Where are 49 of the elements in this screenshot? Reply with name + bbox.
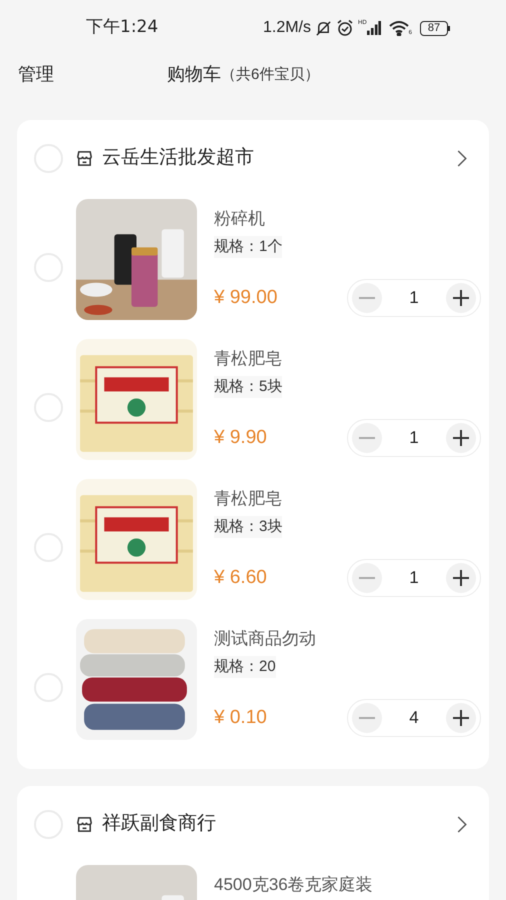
product-name: 4500克36卷克家庭装 — [214, 874, 374, 896]
minus-button[interactable] — [352, 563, 382, 593]
minus-button[interactable] — [352, 283, 382, 313]
chevron-right-icon[interactable] — [457, 816, 467, 833]
page-title: 购物车 — [167, 62, 221, 86]
product-name: 粉碎机 — [214, 208, 266, 230]
minus-button[interactable] — [352, 703, 382, 733]
quantity-value: 4 — [409, 707, 419, 730]
network-speed: 1.2M/s — [262, 18, 311, 38]
quantity-value: 1 — [409, 287, 419, 310]
plus-button[interactable] — [446, 283, 476, 313]
plus-icon — [453, 710, 469, 726]
plus-button[interactable] — [446, 423, 476, 453]
signal-icon — [366, 20, 381, 36]
chevron-right-icon[interactable] — [457, 150, 467, 167]
battery-indicator: 87 — [420, 20, 448, 36]
status-time: 下午1:24 — [86, 16, 158, 40]
minus-icon — [359, 297, 375, 299]
product-spec: 规格：20 — [214, 656, 276, 678]
store-icon — [75, 815, 94, 834]
minus-icon — [359, 717, 375, 719]
product-price: ¥ 0.10 — [214, 706, 267, 730]
shop-name[interactable]: 祥跃副食商行 — [102, 810, 457, 839]
product-name: 青松肥皂 — [214, 488, 283, 510]
alarm-icon — [336, 19, 354, 37]
product-spec: 规格：3块 — [214, 516, 282, 538]
product-spec: 规格：1个 — [214, 236, 282, 258]
minus-button[interactable] — [352, 423, 382, 453]
wifi-icon — [388, 20, 409, 36]
plus-button[interactable] — [446, 563, 476, 593]
product-name: 测试商品勿动 — [214, 628, 317, 650]
item-count: （共6件宝贝） — [221, 65, 320, 85]
product-spec: 规格：5块 — [214, 376, 282, 398]
store-icon — [75, 149, 94, 168]
plus-icon — [453, 290, 469, 306]
quantity-value: 1 — [409, 567, 419, 590]
manage-link[interactable]: 管理 — [18, 60, 54, 88]
product-price: ¥ 9.90 — [214, 426, 267, 450]
product-price: ¥ 99.00 — [214, 286, 278, 310]
bell-off-icon — [314, 20, 332, 36]
minus-icon — [359, 577, 375, 579]
product-name: 青松肥皂 — [214, 348, 283, 370]
minus-icon — [359, 437, 375, 439]
product-price: ¥ 6.60 — [214, 566, 267, 590]
quantity-value: 1 — [409, 427, 419, 450]
plus-icon — [453, 570, 469, 586]
plus-button[interactable] — [446, 703, 476, 733]
shop-name[interactable]: 云岳生活批发超市 — [102, 144, 457, 173]
plus-icon — [453, 430, 469, 446]
